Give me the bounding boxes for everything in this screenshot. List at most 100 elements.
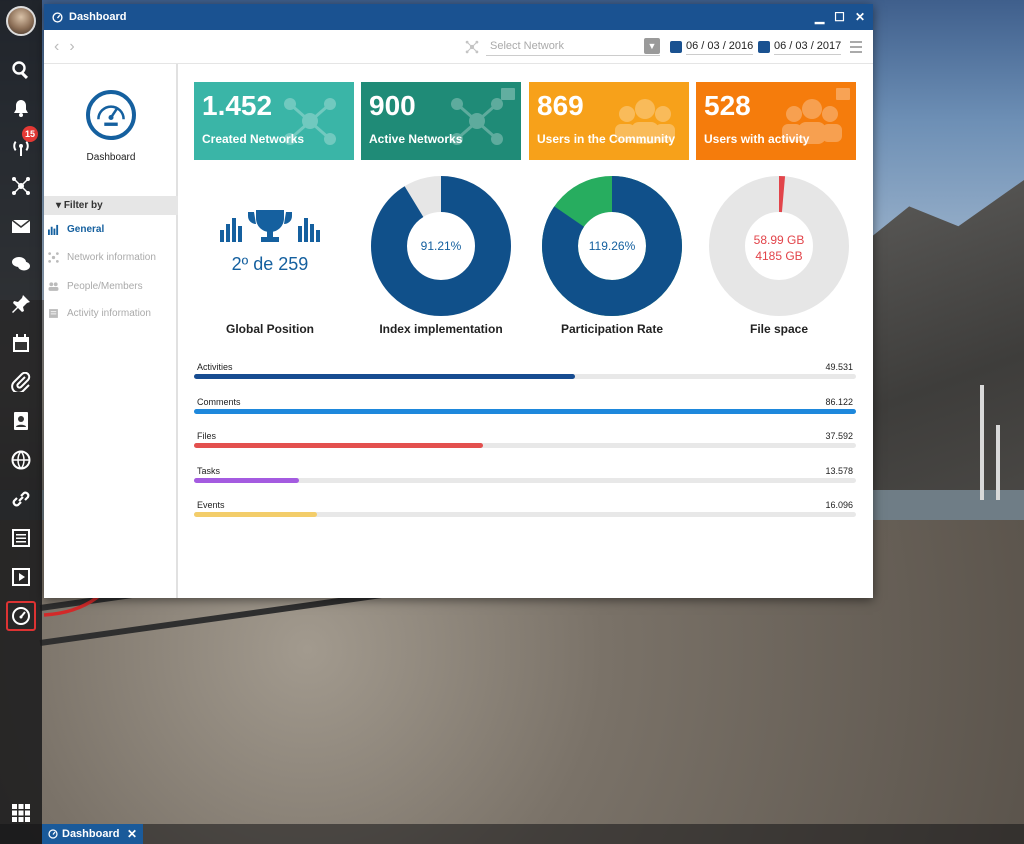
network-icon xyxy=(48,252,59,263)
activity-bars: Activities 49.531 Comments 86.122 Files … xyxy=(194,362,856,535)
bar-chart-icon xyxy=(48,224,59,235)
metric-card-active-networks[interactable]: 900 Active Networks xyxy=(361,82,521,160)
notification-badge: 15 xyxy=(22,126,39,142)
networks-button[interactable] xyxy=(6,171,36,201)
global-position-caption: Global Position xyxy=(225,322,314,336)
attachments-button[interactable] xyxy=(6,367,36,397)
trophy-ranking-icon xyxy=(220,210,320,242)
calendar-icon xyxy=(13,334,29,352)
metric-label: Active Networks xyxy=(369,132,463,146)
donut-value: 91.21% xyxy=(421,239,462,253)
notifications-button[interactable] xyxy=(6,93,36,123)
dashboard-window: Dashboard ▁ ☐ ✕ ‹ › Select Network ▼ 06 … xyxy=(44,4,873,598)
network-icon xyxy=(465,40,479,54)
grid-icon xyxy=(12,804,30,822)
broadcast-button[interactable]: 15 xyxy=(6,126,39,162)
speedometer-icon xyxy=(86,90,136,140)
bar-label: Files xyxy=(197,431,217,441)
index-implementation-caption: Index implementation xyxy=(379,322,503,336)
user-avatar[interactable] xyxy=(6,6,36,36)
close-icon[interactable]: ✕ xyxy=(855,10,865,24)
calendar-icon[interactable] xyxy=(758,41,770,53)
close-icon[interactable]: ✕ xyxy=(127,827,137,841)
sidebar-item-label: People/Members xyxy=(67,281,143,292)
filter-heading[interactable]: ▾ Filter by xyxy=(44,196,178,215)
index-implementation-stat: 91.21% Index implementation xyxy=(366,174,516,349)
file-space-stat: 58.99 GB 4185 GB File space xyxy=(704,174,854,349)
file-space-donut: 58.99 GB 4185 GB xyxy=(709,176,849,316)
taskbar-tab-dashboard[interactable]: Dashboard ✕ xyxy=(42,824,143,844)
back-arrow-icon[interactable]: ‹ xyxy=(54,38,59,56)
video-button[interactable] xyxy=(6,562,36,592)
metric-card-users-in-community[interactable]: 869 Users in the Community xyxy=(529,82,689,160)
calendar-icon[interactable] xyxy=(670,41,682,53)
globe-icon xyxy=(11,450,31,470)
window-title: Dashboard xyxy=(69,11,127,23)
sidebar-item-general[interactable]: General xyxy=(48,224,176,235)
bar-row-activities: Activities 49.531 xyxy=(194,362,856,397)
web-button[interactable] xyxy=(6,445,36,475)
mail-button[interactable] xyxy=(6,211,36,241)
chevron-down-icon[interactable]: ▼ xyxy=(644,38,660,54)
bar-label: Events xyxy=(197,500,225,510)
sidebar-item-label: Network information xyxy=(67,252,156,263)
metric-value: 528 xyxy=(704,90,751,121)
date-from-field[interactable]: 06 / 03 / 2016 xyxy=(670,38,754,56)
metric-card-created-networks[interactable]: 1.452 Created Networks xyxy=(194,82,354,160)
pinned-button[interactable] xyxy=(6,289,36,319)
forward-arrow-icon[interactable]: › xyxy=(69,38,74,56)
maximize-icon[interactable]: ☐ xyxy=(834,10,845,24)
file-space-total: 4185 GB xyxy=(755,249,802,263)
bar-value: 37.592 xyxy=(825,431,853,441)
date-to-value[interactable]: 06 / 03 / 2017 xyxy=(774,40,842,55)
metric-card-users-with-activity[interactable]: 528 Users with activity xyxy=(696,82,856,160)
window-titlebar[interactable]: Dashboard ▁ ☐ ✕ xyxy=(44,4,873,30)
file-space-used: 58.99 GB xyxy=(754,233,805,247)
bar-track xyxy=(194,512,856,517)
bar-value: 49.531 xyxy=(825,362,853,372)
desktop-lamp xyxy=(980,385,984,500)
date-to-field[interactable]: 06 / 03 / 2017 xyxy=(758,38,842,56)
bar-track xyxy=(194,477,856,483)
filter-sidebar: Dashboard ▾ Filter by General Network in… xyxy=(44,64,178,598)
date-from-value[interactable]: 06 / 03 / 2016 xyxy=(686,40,754,55)
bar-row-tasks: Tasks 13.578 xyxy=(194,466,856,501)
chat-icon xyxy=(12,257,30,271)
bar-label: Tasks xyxy=(197,465,221,476)
list-button[interactable] xyxy=(6,523,36,553)
bar-value: 16.096 xyxy=(825,500,853,510)
link-icon xyxy=(12,491,30,507)
network-select[interactable]: Select Network xyxy=(486,38,660,56)
file-space-caption: File space xyxy=(749,322,809,336)
links-button[interactable] xyxy=(6,484,36,514)
donut-value: 119.26% xyxy=(589,239,636,253)
sidebar-item-activity-information[interactable]: Activity information xyxy=(48,308,176,319)
taskbar xyxy=(0,824,1024,844)
dashboard-button[interactable] xyxy=(6,601,36,631)
window-toolbar: ‹ › Select Network ▼ 06 / 03 / 2016 06 /… xyxy=(44,30,873,64)
sidebar-item-network-information[interactable]: Network information xyxy=(48,252,176,263)
global-position-value: 2º de 259 xyxy=(231,254,309,274)
network-icon xyxy=(12,177,30,195)
bar-label: Comments xyxy=(197,396,241,407)
calendar-button[interactable] xyxy=(6,328,36,358)
contacts-button[interactable] xyxy=(6,406,36,436)
pin-icon xyxy=(12,295,30,313)
bar-row-events: Events 16.096 xyxy=(194,500,856,535)
speedometer-icon xyxy=(52,11,63,23)
minimize-icon[interactable]: ▁ xyxy=(815,10,824,24)
metric-label: Created Networks xyxy=(202,132,305,146)
metric-value: 1.452 xyxy=(202,90,273,121)
search-button[interactable] xyxy=(6,55,36,85)
bar-fill xyxy=(194,408,856,414)
chat-button[interactable] xyxy=(6,249,36,279)
bar-fill xyxy=(194,374,575,379)
menu-icon[interactable] xyxy=(850,41,862,56)
notes-icon xyxy=(49,309,58,318)
filter-heading-label: Filter by xyxy=(63,200,103,211)
play-icon xyxy=(12,568,30,586)
speedometer-icon xyxy=(48,829,58,839)
bar-track xyxy=(194,408,856,414)
sidebar-item-people-members[interactable]: People/Members xyxy=(48,281,176,292)
bar-fill xyxy=(194,443,483,448)
